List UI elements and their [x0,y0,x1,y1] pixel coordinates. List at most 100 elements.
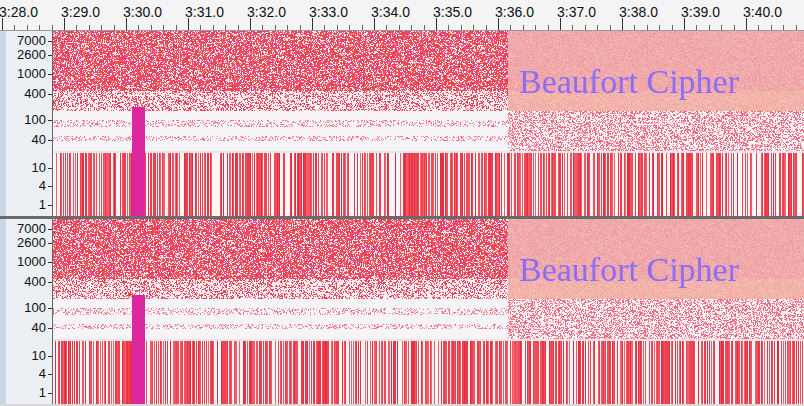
ruler-minor-tick [523,25,524,30]
ruler-minor-tick [287,25,288,30]
scale-label: 40 [32,321,46,335]
scale-label: 100 [24,113,46,127]
ruler-minor-tick [176,25,177,30]
ruler-minor-tick [696,25,697,30]
ruler-label: 3:32.0 [247,4,286,20]
ruler-label: 3:38.0 [619,4,658,20]
ruler-minor-tick [411,25,412,30]
ruler-label: 3:35.0 [433,4,472,20]
ruler-minor-tick [672,25,673,30]
ruler-minor-tick [783,25,784,30]
ruler-minor-tick [721,25,722,30]
scale-tick [48,229,52,230]
scale-tick [48,243,52,244]
scale-label: 2600 [17,48,46,62]
ruler-minor-tick [200,25,201,30]
ruler-minor-tick [238,25,239,30]
ruler-label: 3:30.0 [123,4,162,20]
ruler-minor-tick [324,25,325,30]
ruler-minor-tick [114,25,115,30]
ruler-minor-tick [659,25,660,30]
ruler-minor-tick [734,25,735,30]
scale-tick [48,55,52,56]
ruler-minor-tick [151,25,152,30]
ruler-minor-tick [275,25,276,30]
spectrogram[interactable]: Beaufort Cipher [53,219,804,404]
ruler-minor-tick [213,25,214,30]
scale-tick [48,140,52,141]
ruler-minor-tick [709,25,710,30]
timeline-ruler[interactable]: 3:28.03:29.03:30.03:31.03:32.03:33.03:34… [0,0,804,31]
ruler-minor-tick [262,25,263,30]
scale-label: 7000 [17,222,46,236]
scale-label: 10 [32,349,46,363]
scale-tick [48,328,52,329]
scale-tick [48,374,52,375]
ruler-minor-tick [610,25,611,30]
ruler-minor-tick [585,25,586,30]
ruler-minor-tick [796,25,797,30]
scale-label: 400 [24,87,46,101]
ruler-label: 3:31.0 [185,4,224,20]
scale-tick [48,308,52,309]
ruler-minor-tick [138,25,139,30]
scale-tick [48,186,52,187]
scale-tick [48,393,52,394]
ruler-minor-tick [597,25,598,30]
ruler-minor-tick [337,25,338,30]
ruler-minor-tick [758,25,759,30]
scale-label: 10 [32,161,46,175]
spectrogram[interactable]: Beaufort Cipher [53,31,804,216]
scale-label: 4 [39,179,46,193]
ruler-minor-tick [52,25,53,30]
ruler-minor-tick [424,25,425,30]
spectrogram-canvas [53,31,804,216]
ruler-minor-tick [486,25,487,30]
ruler-minor-tick [76,25,77,30]
ruler-label: 3:37.0 [557,4,596,20]
scale-tick [48,168,52,169]
ruler-minor-tick [473,25,474,30]
spectrogram-canvas [53,219,804,404]
scale-tick [48,41,52,42]
scale-label: 400 [24,275,46,289]
frequency-scale: 700026001000400100401041 [0,31,53,216]
scale-tick [48,205,52,206]
ruler-minor-tick [101,25,102,30]
ruler-minor-tick [634,25,635,30]
ruler-label: 3:29.0 [61,4,100,20]
ruler-minor-tick [386,25,387,30]
ruler-label: 3:33.0 [309,4,348,20]
ruler-minor-tick [510,25,511,30]
ruler-minor-tick [548,25,549,30]
scale-tick [48,262,52,263]
ruler-label: 3:34.0 [371,4,410,20]
hidden-message-text: Beaufort Cipher [519,251,739,289]
audio-track[interactable]: 700026001000400100401041Beaufort Cipher [0,31,804,216]
ruler-minor-tick [39,25,40,30]
ruler-minor-tick [572,25,573,30]
audio-track[interactable]: 700026001000400100401041Beaufort Cipher [0,219,804,404]
scale-label: 1000 [17,67,46,81]
ruler-minor-tick [535,25,536,30]
scale-tick [48,356,52,357]
ruler-minor-tick [163,25,164,30]
ruler-minor-tick [300,25,301,30]
ruler-minor-tick [362,25,363,30]
ruler-minor-tick [225,25,226,30]
ruler-minor-tick [399,25,400,30]
scale-label: 1 [39,198,46,212]
scale-tick [48,120,52,121]
ruler-label: 3:36.0 [495,4,534,20]
scale-strip [0,219,6,404]
ruler-minor-tick [349,25,350,30]
scale-label: 4 [39,367,46,381]
ruler-minor-tick [647,25,648,30]
scale-label: 7000 [17,34,46,48]
scale-tick [48,94,52,95]
scale-tick [48,282,52,283]
scale-label: 1000 [17,255,46,269]
ruler-minor-tick [89,25,90,30]
ruler-label: 3:40.0 [743,4,782,20]
ruler-minor-tick [461,25,462,30]
